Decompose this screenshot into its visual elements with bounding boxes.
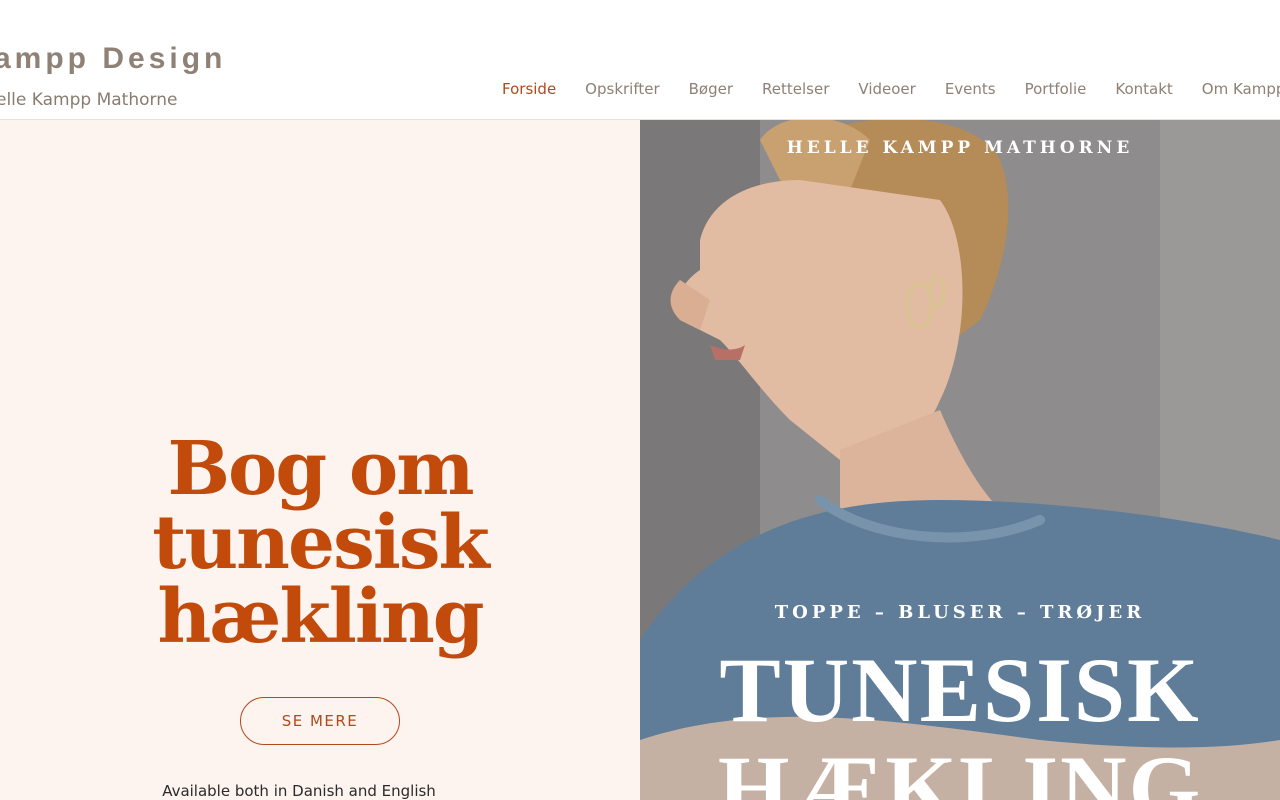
nav-item-opskrifter[interactable]: Opskrifter — [585, 80, 659, 98]
cover-author: HELLE KAMPP MATHORNE — [786, 138, 1134, 158]
availability-note: Available both in Danish and English — [162, 782, 436, 800]
site-header: ampp Design elle Kampp Mathorne Forside … — [0, 0, 1280, 120]
site-subtitle: elle Kampp Mathorne — [0, 90, 178, 110]
site-title[interactable]: ampp Design — [0, 42, 226, 76]
cover-tagline: TOPPE – BLUSER – TRØJER — [774, 602, 1146, 623]
hero-text-panel: Bog om tunesisk hækling SE MERE Availabl… — [0, 120, 640, 800]
nav-item-portfolie[interactable]: Portfolie — [1025, 80, 1087, 98]
nav-item-rettelser[interactable]: Rettelser — [762, 80, 829, 98]
nav-item-forside[interactable]: Forside — [502, 80, 556, 98]
hero-headline-line: tunesisk — [152, 500, 490, 586]
book-cover-image: HELLE KAMPP MATHORNE TOPPE – BLUSER – TR… — [640, 120, 1280, 800]
cover-title-line-2: HÆKLING — [717, 737, 1203, 800]
nav-item-events[interactable]: Events — [945, 80, 996, 98]
hero-headline-line: Bog om — [167, 426, 474, 512]
hero-headline: Bog om tunesisk hækling — [0, 432, 640, 654]
nav-item-kontakt[interactable]: Kontakt — [1115, 80, 1172, 98]
main-nav: Forside Opskrifter Bøger Rettelser Video… — [502, 80, 1280, 98]
hero-headline-line: hækling — [157, 574, 485, 660]
nav-item-om-kampp-design[interactable]: Om Kampp D — [1202, 80, 1280, 98]
nav-item-boger[interactable]: Bøger — [689, 80, 733, 98]
nav-item-videoer[interactable]: Videoer — [858, 80, 915, 98]
cover-title-line-1: TUNESISK — [719, 639, 1201, 741]
se-mere-button[interactable]: SE MERE — [240, 697, 400, 745]
